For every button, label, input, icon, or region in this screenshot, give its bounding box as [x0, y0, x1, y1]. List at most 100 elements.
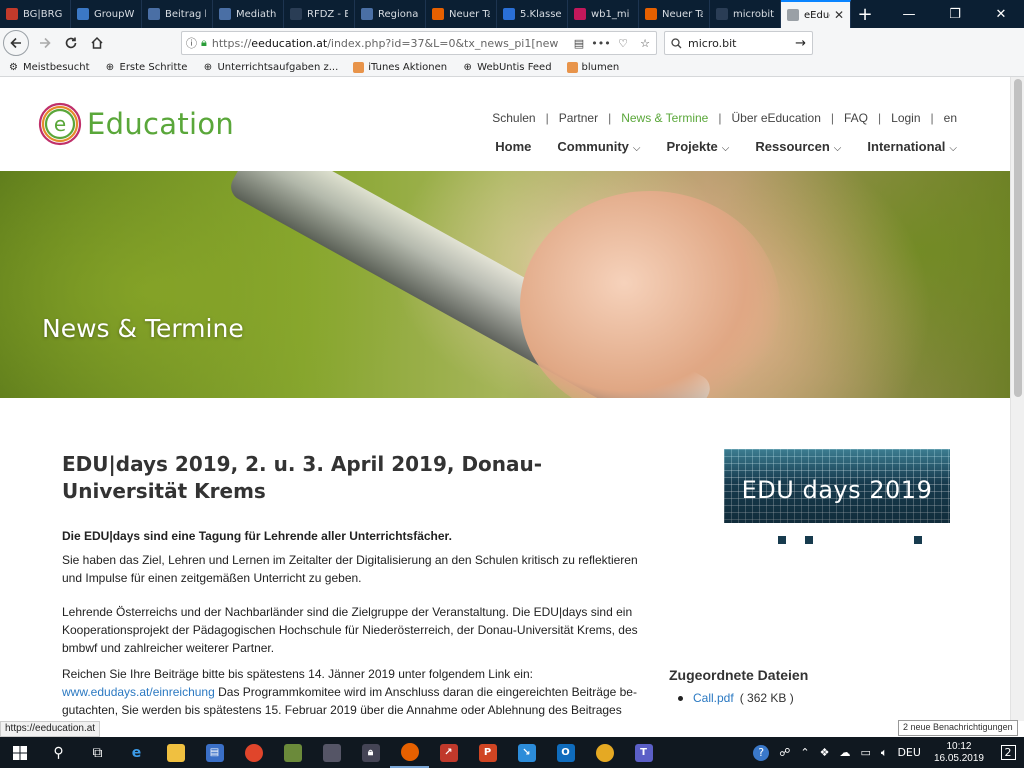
browser-tab[interactable]: Neuer Ta: [639, 0, 710, 28]
tab-favicon-icon: [290, 8, 302, 20]
folder-icon: [566, 61, 578, 73]
store-button[interactable]: ▤: [195, 737, 234, 768]
browser-tab[interactable]: Beitrag b: [142, 0, 213, 28]
reader-view-icon[interactable]: ▤: [568, 37, 590, 50]
news-article: EDU|days 2019, 2. u. 3. April 2019, Dona…: [62, 451, 647, 721]
separator: |: [830, 111, 834, 125]
topnav-partner[interactable]: Partner: [559, 111, 598, 125]
browser-tab[interactable]: eEduc ✕: [781, 0, 851, 28]
app-button[interactable]: [273, 737, 312, 768]
help-icon[interactable]: ?: [753, 744, 770, 761]
security-button[interactable]: 🔒︎: [351, 737, 390, 768]
topnav-language-en[interactable]: en: [944, 111, 957, 125]
browser-tab[interactable]: 5.Klasse: [497, 0, 568, 28]
language-indicator[interactable]: DEU: [897, 746, 920, 759]
teams-button[interactable]: T: [624, 737, 663, 768]
minimize-button[interactable]: —: [886, 0, 932, 28]
explorer-button[interactable]: [156, 737, 195, 768]
notification-icon: 2: [1000, 745, 1016, 760]
outlook-icon: O: [556, 743, 575, 762]
browser-tab[interactable]: BG|BRG V: [0, 0, 71, 28]
app-button[interactable]: [312, 737, 351, 768]
firefox-button[interactable]: [390, 737, 429, 768]
close-window-button[interactable]: ✕: [978, 0, 1024, 28]
search-go-icon[interactable]: →: [795, 36, 806, 51]
bookmark-erste-schritte[interactable]: ⊕ Erste Schritte: [105, 62, 188, 73]
bookmark-label: iTunes Aktionen: [368, 61, 448, 73]
browser-tab[interactable]: Regional: [355, 0, 426, 28]
nav-ressourcen[interactable]: Ressourcen ⌵: [755, 139, 841, 154]
pocket-icon[interactable]: ♡: [612, 37, 634, 50]
tab-favicon-icon: [574, 8, 586, 20]
action-center-button[interactable]: 2: [992, 737, 1024, 768]
chrome-button[interactable]: [234, 737, 273, 768]
topnav-login[interactable]: Login: [891, 111, 920, 125]
network-icon[interactable]: ▭: [860, 746, 870, 759]
cloud-icon[interactable]: ☁: [839, 746, 850, 759]
bookmark-star-icon[interactable]: ☆: [634, 37, 656, 50]
back-button[interactable]: [3, 30, 29, 56]
app-button[interactable]: ↘: [507, 737, 546, 768]
dropbox-icon[interactable]: ❖: [820, 746, 830, 759]
topnav-ueber[interactable]: Über eEducation: [731, 111, 820, 125]
search-input[interactable]: micro.bit: [682, 37, 795, 50]
browser-tab[interactable]: microbit - Da: [710, 0, 781, 28]
forward-button[interactable]: [32, 30, 58, 56]
navigation-toolbar: ⓘ 🔒︎ https://eeducation.at/index.php?id=…: [0, 28, 1024, 78]
people-icon[interactable]: ☍: [779, 746, 790, 759]
nav-projekte[interactable]: Projekte ⌵: [666, 139, 729, 154]
separator: |: [718, 111, 722, 125]
url-text[interactable]: https://eeducation.at/index.php?id=37&L=…: [212, 37, 568, 50]
bookmark-webuntis[interactable]: ⊕ WebUntis Feed: [462, 62, 551, 73]
nav-community[interactable]: Community ⌵: [557, 139, 640, 154]
page-actions-icon[interactable]: •••: [590, 37, 612, 50]
browser-tab[interactable]: GroupW: [71, 0, 142, 28]
einreichung-link[interactable]: www.edudays.at/einreichung: [62, 685, 215, 699]
bookmark-blumen[interactable]: blumen: [566, 61, 619, 73]
file-size: ( 362 KB ): [739, 691, 794, 705]
svg-text:e: e: [54, 112, 66, 136]
banner-square: [778, 536, 786, 544]
page-scrollbar[interactable]: [1010, 77, 1024, 721]
address-bar[interactable]: ⓘ 🔒︎ https://eeducation.at/index.php?id=…: [181, 31, 657, 55]
edge-button[interactable]: e: [117, 737, 156, 768]
close-tab-icon[interactable]: ✕: [834, 8, 844, 22]
task-view-button[interactable]: ⧉: [78, 737, 117, 768]
chevron-up-icon[interactable]: ⌃: [800, 746, 809, 759]
outlook-button[interactable]: O: [546, 737, 585, 768]
bookmark-itunes[interactable]: iTunes Aktionen: [353, 61, 448, 73]
app-button[interactable]: ↗: [429, 737, 468, 768]
tab-title: eEduc: [804, 9, 830, 21]
bookmark-label: Meistbesucht: [23, 61, 90, 73]
browser-tab[interactable]: wb1_mi: [568, 0, 639, 28]
nav-international[interactable]: International ⌵: [867, 139, 957, 154]
tab-favicon-icon: [432, 8, 444, 20]
topnav-schulen[interactable]: Schulen: [492, 111, 535, 125]
new-tab-button[interactable]: +: [851, 0, 879, 28]
firefox-icon: [400, 742, 419, 761]
app-button[interactable]: [585, 737, 624, 768]
start-button[interactable]: [0, 737, 39, 768]
browser-tab[interactable]: Mediath: [213, 0, 284, 28]
maximize-button[interactable]: ❐: [932, 0, 978, 28]
browser-tab[interactable]: Neuer Ta: [426, 0, 497, 28]
eeducation-logo[interactable]: e Education: [37, 101, 234, 147]
topnav-faq[interactable]: FAQ: [844, 111, 868, 125]
scrollbar-thumb[interactable]: [1014, 79, 1022, 397]
search-taskbar-button[interactable]: ⚲: [39, 737, 78, 768]
nav-home[interactable]: Home: [495, 139, 531, 154]
search-bar[interactable]: micro.bit →: [664, 31, 813, 55]
browser-tab[interactable]: RFDZ - B: [284, 0, 355, 28]
bookmark-unterrichtsaufgaben[interactable]: ⊕ Unterrichtsaufgaben z...: [202, 62, 339, 73]
bookmark-meistbesucht[interactable]: ⚙ Meistbesucht: [8, 61, 90, 73]
powerpoint-button[interactable]: P: [468, 737, 507, 768]
file-link[interactable]: Call.pdf: [693, 691, 734, 705]
home-button[interactable]: [84, 30, 110, 56]
powerpoint-icon: P: [478, 743, 497, 762]
clock[interactable]: 10:12 16.05.2019: [934, 741, 984, 765]
volume-icon[interactable]: 🔈︎: [881, 746, 888, 760]
topnav-news-termine[interactable]: News & Termine: [621, 111, 708, 125]
info-icon[interactable]: ⓘ: [186, 35, 197, 51]
tab-title: GroupW: [94, 8, 135, 20]
reload-button[interactable]: [58, 30, 84, 56]
